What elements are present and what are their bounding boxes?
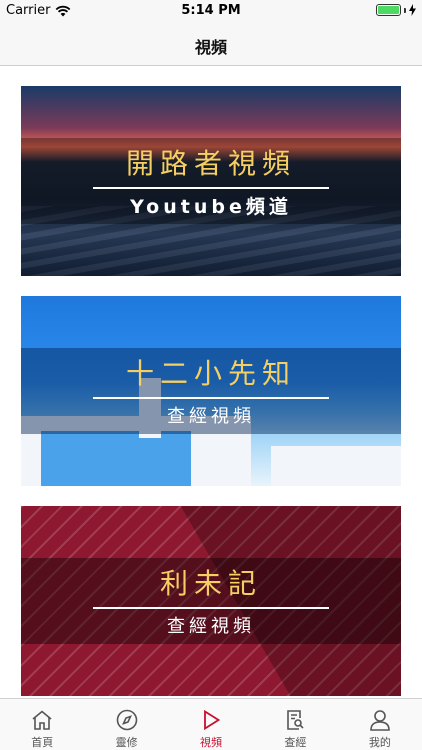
banner-title: 開路者視頻	[125, 147, 296, 180]
banner-divider	[93, 187, 329, 189]
compass-icon	[116, 709, 137, 731]
banner-background-shade	[41, 431, 191, 486]
tab-bible-study[interactable]: 查經	[253, 699, 337, 750]
banner-minor-prophets[interactable]: 十二小先知 查經視頻	[21, 296, 401, 486]
video-list[interactable]: 開路者視頻 Youtube頻道 十二小先知 查經視頻 利未記 查經視頻	[0, 67, 422, 697]
status-right	[376, 4, 416, 16]
play-icon	[204, 709, 221, 731]
nav-bar: 視頻	[0, 22, 422, 66]
charging-icon	[409, 4, 416, 16]
tab-label: 我的	[368, 736, 391, 749]
page-title: 視頻	[194, 38, 227, 57]
tab-home[interactable]: 首頁	[0, 699, 84, 750]
document-search-icon	[287, 710, 304, 730]
banner-leviticus[interactable]: 利未記 查經視頻	[21, 506, 401, 696]
tab-bar: 首頁 靈修 視頻 查經 我的	[0, 698, 422, 750]
battery-tip	[404, 7, 406, 13]
banner-background-house	[271, 446, 401, 486]
banner-divider	[93, 607, 329, 609]
status-time: 5:14 PM	[181, 3, 241, 18]
battery-icon	[376, 4, 401, 16]
banner-subtitle: 查經視頻	[167, 616, 255, 637]
banner-divider	[93, 397, 329, 399]
tab-label: 查經	[284, 736, 307, 749]
user-icon	[370, 710, 390, 731]
tab-label: 靈修	[115, 736, 138, 749]
banner-title: 十二小先知	[125, 357, 296, 390]
tab-profile[interactable]: 我的	[338, 699, 422, 750]
tab-videos[interactable]: 視頻	[169, 699, 253, 750]
status-bar: Carrier 5:14 PM	[0, 0, 422, 22]
tab-label: 視頻	[200, 736, 223, 749]
banner-title: 利未記	[159, 567, 262, 600]
screen: Carrier 5:14 PM 視頻 開路者視頻 Youtube頻道 十二小先知…	[0, 0, 422, 750]
banner-subtitle: 查經視頻	[167, 406, 255, 427]
tab-label: 首頁	[31, 736, 54, 749]
banner-youtube-channel[interactable]: 開路者視頻 Youtube頻道	[21, 86, 401, 276]
tab-devotion[interactable]: 靈修	[84, 699, 168, 750]
banner-subtitle: Youtube頻道	[130, 196, 292, 218]
home-icon	[32, 710, 52, 730]
